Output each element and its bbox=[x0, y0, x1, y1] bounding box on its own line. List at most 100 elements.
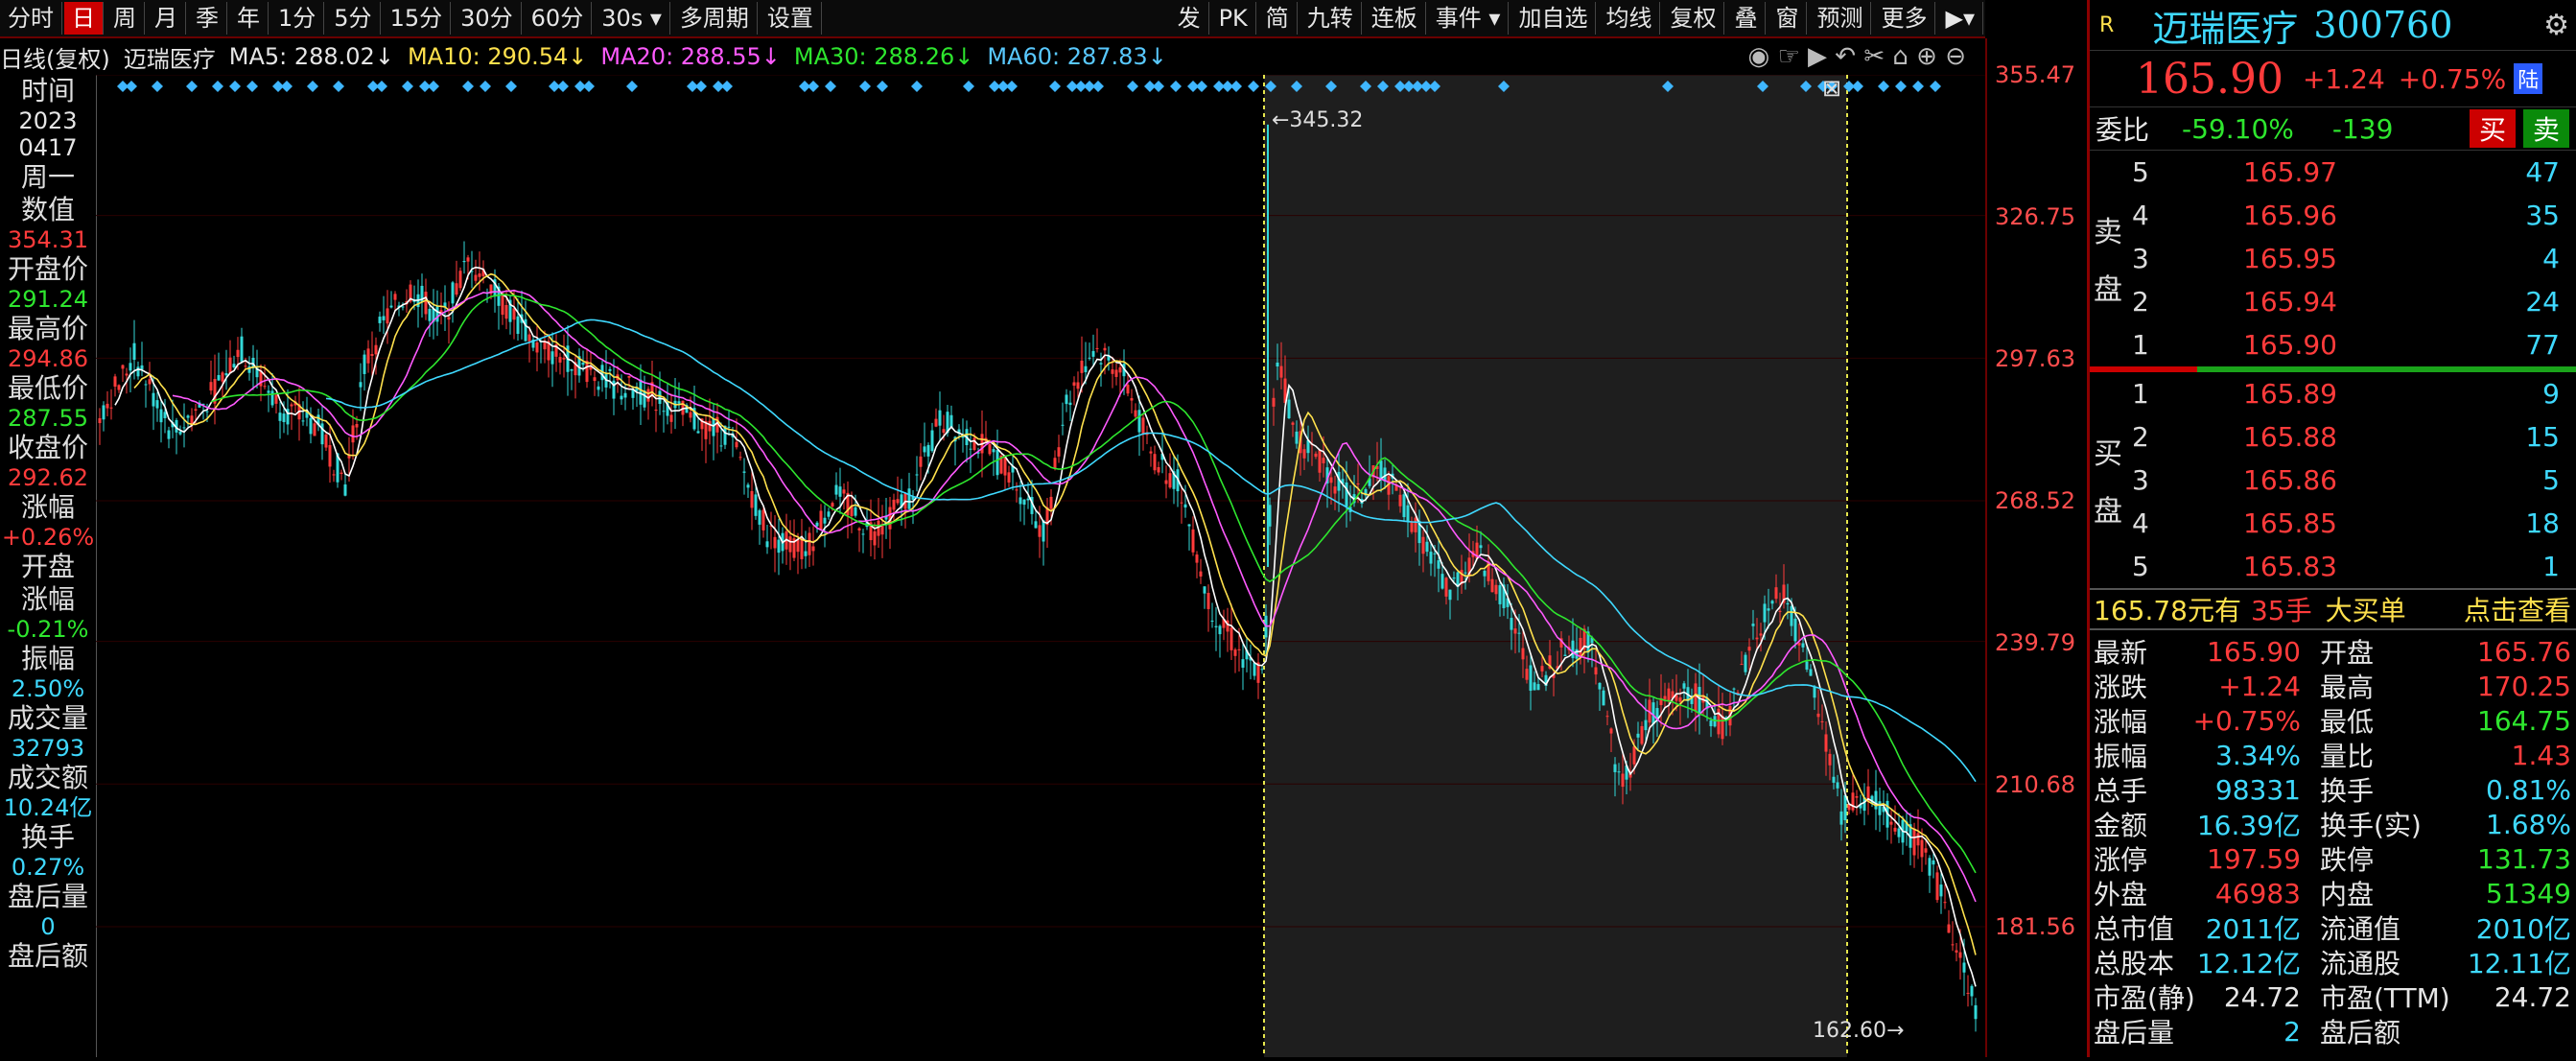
candle-body bbox=[1636, 733, 1640, 738]
gear-icon[interactable]: ⚙ bbox=[2543, 9, 2569, 42]
tool-button[interactable]: 发 bbox=[1170, 2, 1209, 35]
candle-body bbox=[1682, 683, 1686, 689]
candle-body bbox=[861, 533, 865, 535]
stat-value: 165.76 bbox=[2477, 635, 2571, 668]
period-button[interactable]: 30s ▾ bbox=[594, 2, 670, 35]
tool-button[interactable]: 简 bbox=[1258, 2, 1298, 35]
info-label: 收盘价 bbox=[7, 432, 88, 463]
candle-body bbox=[1191, 529, 1195, 553]
book-level: 1 bbox=[2132, 378, 2149, 410]
kline-chart[interactable]: ←345.32 162.60→ ⊠ bbox=[96, 74, 1985, 1057]
buy-button[interactable]: 买 bbox=[2469, 109, 2516, 148]
tool-button[interactable]: 事件 ▾ bbox=[1428, 2, 1510, 35]
period-button[interactable]: 设置 bbox=[760, 2, 822, 35]
candle-body bbox=[1464, 572, 1467, 574]
period-button[interactable]: 多周期 bbox=[672, 2, 758, 35]
tool-button[interactable]: 均线 bbox=[1598, 2, 1661, 35]
book-row[interactable]: 4 165.85 18 bbox=[2090, 502, 2576, 545]
big-order-link[interactable]: 点击查看 bbox=[2464, 590, 2571, 628]
tool-button[interactable]: 更多 bbox=[1873, 2, 1936, 35]
tool-button[interactable]: PK bbox=[1211, 2, 1256, 35]
candle-body bbox=[236, 349, 240, 358]
candle-body bbox=[1061, 424, 1065, 426]
stat-label: 内盘 bbox=[2320, 879, 2375, 910]
sell-button[interactable]: 卖 bbox=[2522, 109, 2569, 148]
book-row[interactable]: 1 165.89 9 bbox=[2090, 372, 2576, 415]
book-side-label: 买 bbox=[2094, 437, 2122, 471]
tool-button[interactable]: 加自选 bbox=[1510, 2, 1597, 35]
candle-body bbox=[370, 354, 374, 356]
period-button[interactable]: 15分 bbox=[383, 2, 452, 35]
period-button[interactable]: 日 bbox=[64, 2, 104, 35]
candle-body bbox=[1345, 482, 1348, 507]
chart-tool-icons[interactable]: ◉ ☞ ▶ ↶ ✂ ⌂ ⊕ ⊖ bbox=[1748, 42, 1967, 71]
candle-body bbox=[1916, 833, 1920, 846]
tool-button[interactable]: 复权 bbox=[1662, 2, 1725, 35]
candle-body bbox=[796, 539, 800, 553]
candle-body bbox=[1199, 571, 1203, 577]
tool-button[interactable]: 窗 bbox=[1768, 2, 1808, 35]
candle-body bbox=[1813, 686, 1816, 698]
candle-body bbox=[1180, 502, 1183, 504]
candle-body bbox=[328, 444, 332, 467]
period-button[interactable]: 周 bbox=[105, 2, 145, 35]
stat-value: 164.75 bbox=[2477, 704, 2571, 737]
info-label: 最低价 bbox=[7, 372, 88, 404]
candle-body bbox=[194, 409, 198, 411]
candle-body bbox=[923, 446, 926, 453]
tool-button[interactable]: 叠 bbox=[1726, 2, 1767, 35]
book-row[interactable]: 3 165.95 4 bbox=[2090, 237, 2576, 280]
candle-body bbox=[1038, 525, 1042, 537]
candle-body bbox=[1318, 450, 1322, 473]
candle-body bbox=[290, 404, 293, 407]
period-button[interactable]: 月 bbox=[147, 2, 186, 35]
book-row[interactable]: 1 165.90 77 bbox=[2090, 323, 2576, 366]
period-button[interactable]: 30分 bbox=[453, 2, 522, 35]
info-value: 292.62 bbox=[8, 464, 88, 491]
book-row[interactable]: 3 165.86 5 bbox=[2090, 459, 2576, 502]
book-row[interactable]: 5 165.97 47 bbox=[2090, 151, 2576, 194]
candle-body bbox=[1214, 625, 1218, 627]
candle-body bbox=[1279, 365, 1283, 378]
candle-body bbox=[1233, 649, 1237, 656]
period-button[interactable]: 年 bbox=[229, 2, 269, 35]
candle-body bbox=[382, 316, 386, 320]
close-range-icon[interactable]: ⊠ bbox=[1822, 75, 1841, 102]
candle-body bbox=[1563, 654, 1567, 656]
period-button[interactable]: 60分 bbox=[524, 2, 593, 35]
candle-body bbox=[1571, 640, 1575, 659]
candle-body bbox=[1203, 586, 1206, 594]
tool-button[interactable]: 预测 bbox=[1809, 2, 1872, 35]
book-row[interactable]: 5 165.83 1 bbox=[2090, 545, 2576, 588]
stat-value: +1.24 bbox=[2218, 670, 2301, 702]
event-marker-icon bbox=[877, 81, 888, 92]
book-row[interactable]: 2 165.88 15 bbox=[2090, 415, 2576, 459]
book-row[interactable]: 2 165.94 24 bbox=[2090, 280, 2576, 323]
tool-button[interactable]: 连板 bbox=[1364, 2, 1426, 35]
book-row[interactable]: 4 165.96 35 bbox=[2090, 194, 2576, 237]
kline-svg[interactable]: ←345.32 162.60→ ⊠ bbox=[96, 74, 1985, 1057]
period-button[interactable]: 季 bbox=[188, 2, 227, 35]
candle-body bbox=[1935, 872, 1939, 901]
candle-body bbox=[1291, 422, 1295, 425]
period-button[interactable]: 分时 bbox=[0, 2, 62, 35]
candle-body bbox=[462, 261, 466, 263]
high-annotation: ←345.32 bbox=[1272, 108, 1363, 132]
period-button[interactable]: 5分 bbox=[326, 2, 381, 35]
stat-value: 24.72 bbox=[2494, 980, 2571, 1013]
event-marker-icon bbox=[1930, 81, 1941, 92]
candle-body bbox=[1406, 505, 1410, 522]
tool-button[interactable]: 九转 bbox=[1300, 2, 1362, 35]
candle-body bbox=[355, 424, 359, 428]
book-volume: 5 bbox=[2542, 464, 2560, 496]
period-button[interactable]: 1分 bbox=[270, 2, 325, 35]
candle-body bbox=[270, 390, 274, 406]
info-label: 涨幅 bbox=[20, 491, 75, 523]
event-marker-icon bbox=[1230, 81, 1242, 92]
candle-body bbox=[1843, 794, 1847, 821]
candle-body bbox=[1494, 584, 1498, 595]
tool-button[interactable]: ▶▾ bbox=[1937, 2, 1983, 35]
candle-body bbox=[1444, 578, 1448, 597]
candle-body bbox=[827, 511, 831, 517]
candle-body bbox=[696, 431, 700, 434]
